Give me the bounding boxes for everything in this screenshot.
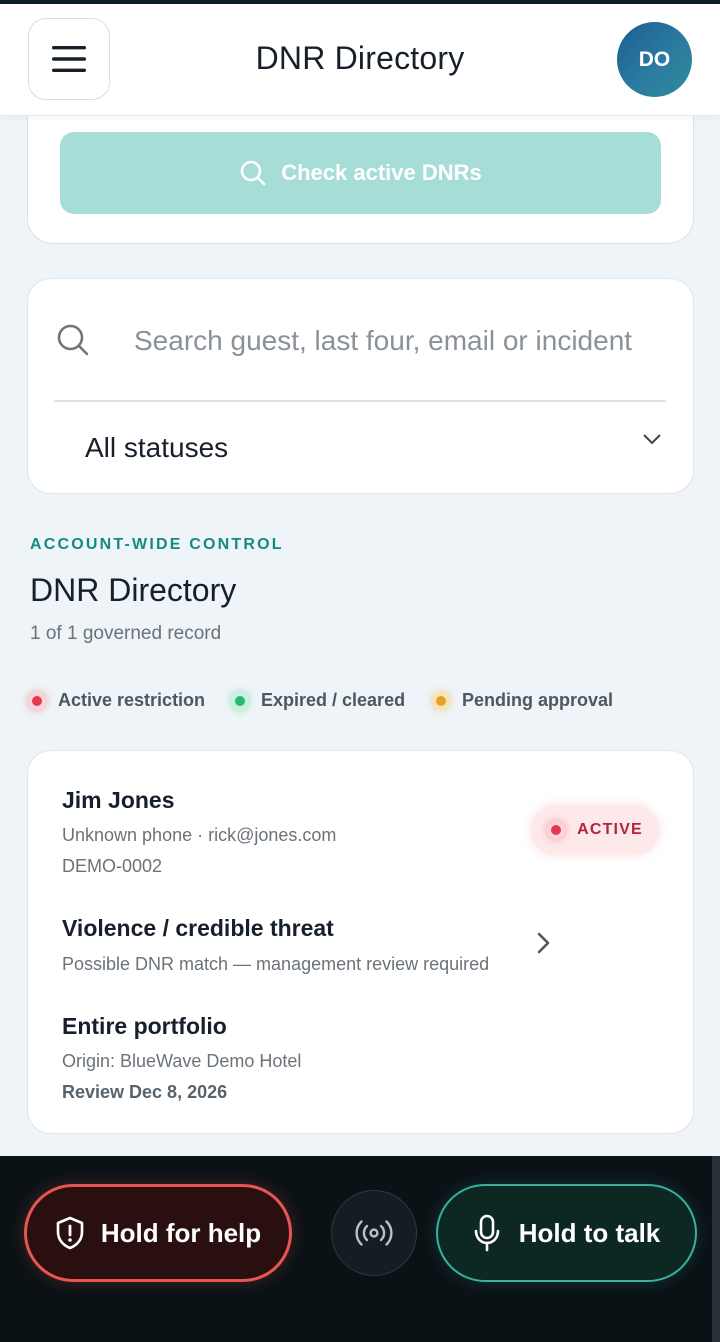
restriction-scope: Entire portfolio (62, 1013, 227, 1039)
record-origin: Origin: BlueWave Demo Hotel (62, 1051, 302, 1071)
status-badge: ACTIVE (531, 805, 659, 855)
broadcast-icon (355, 1220, 393, 1246)
section-title: DNR Directory (30, 572, 237, 608)
review-note: Possible DNR match — management review r… (62, 954, 490, 974)
red-dot-icon (547, 821, 566, 839)
amber-dot-icon (432, 691, 450, 710)
review-date: Review Dec 8, 2026 (62, 1082, 228, 1102)
search-input[interactable] (134, 319, 654, 363)
record-count: 1 of 1 governed record (30, 623, 222, 644)
dnr-record-card[interactable]: Jim Jones Unknown phone · rick@jones.com… (27, 750, 694, 1134)
shield-alert-icon (56, 1216, 84, 1250)
hold-for-help-button[interactable]: Hold for help (24, 1184, 292, 1282)
legend-label: Active restriction (58, 690, 206, 710)
check-button-label: Check active DNRs (281, 160, 482, 185)
legend-item-pending: Pending approval (432, 690, 613, 711)
guest-name: Jim Jones (62, 787, 175, 813)
search-icon (240, 160, 266, 186)
microphone-icon (474, 1214, 500, 1252)
legend-item-expired: Expired / cleared (231, 690, 405, 711)
red-dot-icon (28, 691, 46, 710)
legend-label: Pending approval (462, 690, 614, 710)
status-badge-label: ACTIVE (577, 821, 643, 838)
status-filter-select[interactable]: All statuses (28, 402, 693, 494)
green-dot-icon (231, 691, 249, 710)
chevron-right-icon[interactable] (536, 931, 552, 960)
help-button-label: Hold for help (100, 1217, 262, 1248)
broadcast-button[interactable] (331, 1190, 417, 1276)
record-id: DEMO-0002 (62, 856, 163, 876)
section-eyebrow: ACCOUNT-WIDE CONTROL (30, 536, 284, 553)
check-active-dnrs-button[interactable]: Check active DNRs (60, 132, 661, 214)
status-filter-value: All statuses (85, 432, 229, 463)
search-icon (56, 323, 90, 362)
page-title: DNR Directory (255, 40, 465, 76)
search-row (28, 279, 693, 401)
avatar[interactable]: DO (617, 22, 692, 97)
guest-contact: Unknown phone · rick@jones.com (62, 825, 337, 845)
scrollbar[interactable] (712, 1156, 720, 1342)
legend-item-active: Active restriction (28, 690, 205, 711)
restriction-reason: Violence / credible threat (62, 915, 334, 941)
chevron-down-icon (642, 432, 662, 451)
hold-to-talk-button[interactable]: Hold to talk (436, 1184, 697, 1282)
talk-button-label: Hold to talk (518, 1217, 661, 1248)
app-header: DNR Directory DO (0, 4, 720, 116)
legend-label: Expired / cleared (261, 690, 406, 710)
search-filter-card: All statuses (27, 278, 694, 494)
